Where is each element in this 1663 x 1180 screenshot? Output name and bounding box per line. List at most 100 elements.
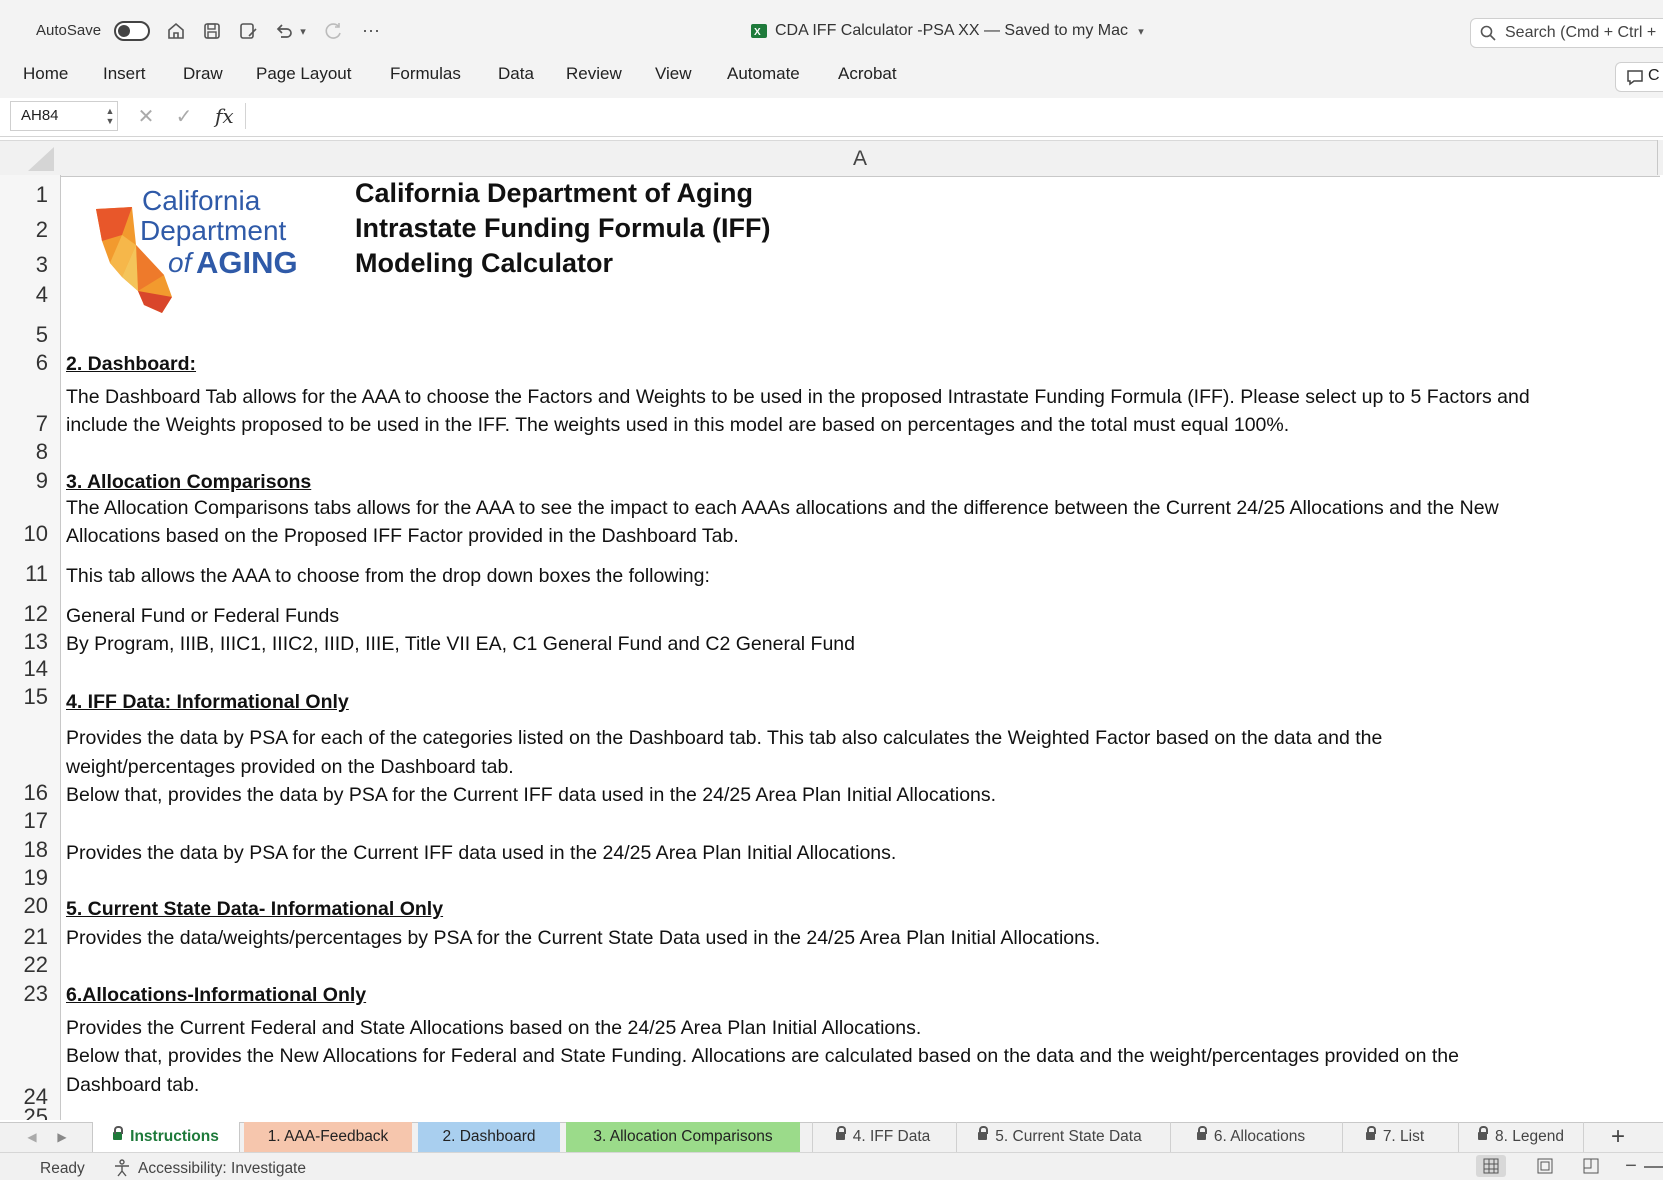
- accessibility-icon[interactable]: [112, 1158, 132, 1178]
- sheet-tab-dashboard[interactable]: 2. Dashboard: [418, 1122, 560, 1152]
- row-header[interactable]: 10: [0, 521, 48, 547]
- title-chevron-down-icon[interactable]: ▾: [1135, 22, 1147, 40]
- row-header[interactable]: 14: [0, 656, 48, 682]
- sheet-tab-label: 4. IFF Data: [852, 1128, 931, 1145]
- zoom-slider[interactable]: [1644, 1166, 1663, 1168]
- dashboard-text-2: include the Weights proposed to be used …: [66, 414, 1290, 436]
- sheet-tab-label: 2. Dashboard: [442, 1128, 536, 1145]
- heading-iff-data: 4. IFF Data: Informational Only: [66, 691, 349, 713]
- sheet-tab-iff-data[interactable]: 4. IFF Data: [812, 1122, 953, 1152]
- heading-allocations: 6.Allocations-Informational Only: [66, 984, 367, 1006]
- excel-file-icon: X: [750, 22, 768, 40]
- row-header[interactable]: 13: [0, 629, 48, 655]
- row-header[interactable]: 1: [0, 182, 48, 208]
- lock-icon: [978, 1125, 989, 1140]
- enter-check-icon[interactable]: ✓: [174, 106, 194, 128]
- row-header[interactable]: 15: [0, 684, 48, 710]
- page-layout-view-button[interactable]: [1530, 1155, 1560, 1177]
- allocations-text-1: Provides the Current Federal and State A…: [66, 1017, 922, 1039]
- select-all-corner[interactable]: [0, 140, 61, 177]
- row-header[interactable]: 18: [0, 837, 48, 863]
- column-header-a[interactable]: A: [60, 140, 1660, 177]
- row-header[interactable]: 21: [0, 924, 48, 950]
- row-header[interactable]: 12: [0, 601, 48, 627]
- tab-data[interactable]: Data: [498, 64, 534, 84]
- sheet-tab-list[interactable]: 7. List: [1342, 1122, 1447, 1152]
- logo-line-3-prefix: of: [168, 247, 192, 278]
- row-header[interactable]: 8: [0, 439, 48, 465]
- tab-formulas[interactable]: Formulas: [390, 64, 461, 84]
- sheet-tab-current-state-data[interactable]: 5. Current State Data: [956, 1122, 1163, 1152]
- sheet-tab-label: 7. List: [1382, 1128, 1425, 1145]
- status-ready: Ready: [40, 1160, 85, 1177]
- cancel-icon[interactable]: ✕: [136, 106, 156, 128]
- logo-line-2: Department: [140, 215, 287, 246]
- tab-automate[interactable]: Automate: [727, 64, 800, 84]
- heading-dashboard: 2. Dashboard:: [66, 353, 197, 375]
- tab-acrobat[interactable]: Acrobat: [838, 64, 897, 84]
- row-header[interactable]: 2: [0, 217, 48, 243]
- sheet-tab-allocations[interactable]: 6. Allocations: [1170, 1122, 1331, 1152]
- undo-icon[interactable]: [272, 18, 296, 44]
- lock-icon: [113, 1125, 124, 1140]
- undo-dropdown-chevron-icon[interactable]: ▾: [297, 22, 309, 40]
- allocation-text-4: General Fund or Federal Funds: [66, 605, 340, 627]
- search-input[interactable]: Search (Cmd + Ctrl +: [1470, 18, 1663, 48]
- lock-icon: [835, 1125, 846, 1140]
- cell-reference: AH84: [21, 107, 59, 124]
- allocation-text-3: This tab allows the AAA to choose from t…: [66, 565, 710, 587]
- sheet-tab-legend[interactable]: 8. Legend: [1458, 1122, 1584, 1152]
- lock-icon: [1478, 1125, 1489, 1140]
- document-title[interactable]: CDA IFF Calculator -PSA XX — Saved to my…: [775, 22, 1128, 40]
- tab-insert[interactable]: Insert: [103, 64, 146, 84]
- tab-view[interactable]: View: [655, 64, 692, 84]
- tab-page-layout[interactable]: Page Layout: [256, 64, 351, 84]
- comments-button[interactable]: C: [1615, 62, 1663, 92]
- row-header[interactable]: 17: [0, 808, 48, 834]
- autosave-toggle[interactable]: [114, 21, 150, 41]
- save-icon[interactable]: [200, 18, 224, 44]
- more-options-icon[interactable]: ⋯: [358, 18, 384, 44]
- row-header[interactable]: 9: [0, 468, 48, 494]
- insert-function-button[interactable]: fx: [215, 104, 234, 128]
- name-box-stepper-icon[interactable]: ▲ ▼: [104, 104, 116, 128]
- scroll-tabs-left-icon[interactable]: ◀: [24, 1127, 40, 1147]
- tab-home[interactable]: Home: [23, 64, 68, 84]
- redo-icon[interactable]: [322, 18, 346, 44]
- page-break-view-button[interactable]: [1576, 1155, 1606, 1177]
- allocation-text-2: Allocations based on the Proposed IFF Fa…: [66, 525, 739, 547]
- row-header[interactable]: 5: [0, 322, 48, 348]
- column-header-b[interactable]: [1657, 140, 1663, 175]
- save-as-icon[interactable]: [236, 18, 260, 44]
- row-header[interactable]: 3: [0, 252, 48, 278]
- page-title-line-1: California Department of Aging: [355, 178, 754, 208]
- sheet-tab-allocation-comparisons[interactable]: 3. Allocation Comparisons: [566, 1122, 800, 1152]
- row-header[interactable]: 19: [0, 865, 48, 891]
- zoom-out-icon[interactable]: −: [1622, 1155, 1640, 1177]
- sheet-tab-instructions[interactable]: Instructions: [92, 1122, 240, 1152]
- sheet-tab-aaa-feedback[interactable]: 1. AAA-Feedback: [244, 1122, 412, 1152]
- tab-review[interactable]: Review: [566, 64, 622, 84]
- row-header[interactable]: 23: [0, 981, 48, 1007]
- sheet-tab-label: 3. Allocation Comparisons: [593, 1128, 773, 1145]
- lock-icon: [1365, 1125, 1376, 1140]
- home-icon[interactable]: [164, 18, 188, 44]
- tab-draw[interactable]: Draw: [183, 64, 223, 84]
- row-header[interactable]: 22: [0, 952, 48, 978]
- add-sheet-icon[interactable]: +: [1605, 1123, 1631, 1150]
- cda-logo: California Department of AGING: [92, 185, 312, 315]
- normal-view-button[interactable]: [1476, 1155, 1506, 1177]
- heading-current-state-data: 5. Current State Data- Informational Onl…: [66, 898, 444, 920]
- row-header[interactable]: 4: [0, 282, 48, 308]
- row-header[interactable]: 16: [0, 780, 48, 806]
- name-box[interactable]: AH84: [10, 101, 118, 131]
- scroll-tabs-right-icon[interactable]: ▶: [54, 1127, 70, 1147]
- row-header[interactable]: 11: [0, 561, 48, 587]
- state-text-1: Provides the data/weights/percentages by…: [66, 927, 1101, 949]
- row-header[interactable]: 25: [0, 1104, 48, 1120]
- row-header[interactable]: 20: [0, 893, 48, 919]
- row-header[interactable]: 6: [0, 350, 48, 376]
- row-header[interactable]: 7: [0, 411, 48, 437]
- formula-input[interactable]: [245, 103, 1663, 129]
- accessibility-status[interactable]: Accessibility: Investigate: [138, 1160, 306, 1178]
